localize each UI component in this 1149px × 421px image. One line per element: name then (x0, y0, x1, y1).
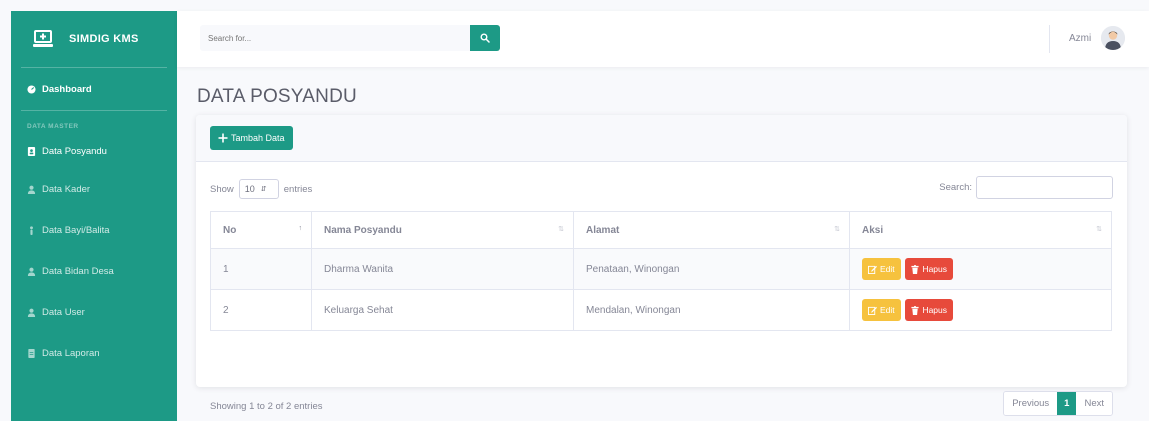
column-header-alamat[interactable]: Alamat ⇅ (573, 211, 850, 249)
sidebar-item-label: Data Kader (42, 184, 91, 195)
entries-label: entries (283, 183, 313, 195)
table-search: Search: (939, 176, 1113, 199)
edit-label: Edit (880, 305, 895, 315)
sidebar: SIMDIG KMS Dashboard DATA MASTER Data Po… (11, 11, 177, 421)
sort-icon: ⇅ (1096, 226, 1102, 233)
trash-icon (911, 264, 920, 274)
child-icon (30, 226, 33, 235)
card-header: Tambah Data (196, 115, 1127, 162)
data-card: Tambah Data Show 10 ⇵ entries Search: No… (196, 115, 1127, 416)
file-icon (28, 349, 35, 358)
avatar[interactable] (1101, 26, 1125, 50)
tachometer-icon (27, 84, 36, 94)
table-search-label: Search: (939, 182, 972, 193)
sort-icon: ⇅ (834, 226, 840, 233)
trash-icon (911, 305, 920, 315)
sidebar-item-dashboard[interactable]: Dashboard (11, 68, 177, 110)
show-label: Show (210, 183, 234, 195)
table-row: 1 Dharma Wanita Penataan, Winongan Edit (210, 248, 1112, 290)
cell-alamat: Penataan, Winongan (573, 248, 850, 290)
sidebar-item-label: Data Posyandu (42, 145, 107, 157)
table-header-row: No ↑ Nama Posyandu ⇅ Alamat ⇅ Aksi ⇅ (210, 211, 1112, 249)
entries-length-control: Show 10 ⇵ entries (210, 179, 312, 199)
cell-aksi: Edit Hapus (849, 289, 1112, 331)
page-button-1[interactable]: 1 (1057, 392, 1077, 415)
column-header-label: Nama Posyandu (324, 224, 402, 236)
cell-nama: Dharma Wanita (311, 248, 574, 290)
sidebar-item-data-kader[interactable]: Data Kader (11, 169, 177, 210)
add-data-button[interactable]: Tambah Data (210, 126, 293, 150)
entries-select[interactable]: 10 ⇵ (238, 179, 279, 199)
topbar-search (200, 25, 500, 51)
sidebar-item-data-bayi-balita[interactable]: Data Bayi/Balita (11, 210, 177, 251)
sidebar-item-data-laporan[interactable]: Data Laporan (11, 333, 177, 374)
page-title: DATA POSYANDU (197, 86, 357, 107)
user-icon (27, 185, 36, 194)
brand[interactable]: SIMDIG KMS (11, 11, 177, 67)
sort-icon: ⇅ (558, 226, 564, 233)
column-header-label: Alamat (586, 224, 620, 236)
edit-label: Edit (880, 264, 895, 274)
next-page-button[interactable]: Next (1076, 392, 1112, 415)
sidebar-item-label: Dashboard (42, 83, 92, 95)
edit-icon (868, 265, 877, 274)
user-avatar-icon (1101, 26, 1125, 50)
user-icon (27, 267, 36, 276)
sidebar-item-data-posyandu[interactable]: Data Posyandu (11, 133, 177, 169)
cell-alamat: Mendalan, Winongan (573, 289, 850, 331)
column-header-label: Aksi (862, 224, 884, 236)
sidebar-heading: DATA MASTER (27, 123, 79, 130)
sidebar-item-label: Data Bidan Desa (42, 266, 114, 277)
edit-icon (868, 306, 877, 315)
sidebar-item-data-user[interactable]: Data User (11, 292, 177, 333)
table-info: Showing 1 to 2 of 2 entries (210, 401, 323, 412)
previous-page-button[interactable]: Previous (1004, 392, 1058, 415)
cell-no: 1 (210, 248, 312, 290)
delete-label: Hapus (922, 305, 948, 315)
plus-icon (218, 133, 228, 143)
edit-button[interactable]: Edit (862, 299, 901, 321)
cell-no: 2 (210, 289, 312, 331)
data-table: No ↑ Nama Posyandu ⇅ Alamat ⇅ Aksi ⇅ 1 D… (210, 211, 1112, 331)
delete-label: Hapus (922, 264, 948, 274)
topbar: Azmi (177, 11, 1149, 67)
cell-aksi: Edit Hapus (849, 248, 1112, 290)
column-header-aksi[interactable]: Aksi ⇅ (849, 211, 1112, 249)
column-header-label: No (223, 224, 237, 236)
user-name[interactable]: Azmi (1069, 33, 1091, 44)
pagination: Previous 1 Next (1003, 391, 1113, 416)
delete-button[interactable]: Hapus (905, 299, 954, 321)
user-icon (27, 308, 36, 317)
topbar-divider (1049, 25, 1050, 53)
delete-button[interactable]: Hapus (905, 258, 954, 280)
address-book-icon (27, 146, 36, 156)
sidebar-item-label: Data Laporan (42, 348, 100, 359)
edit-button[interactable]: Edit (862, 258, 901, 280)
search-button[interactable] (470, 25, 500, 51)
table-search-input[interactable] (976, 176, 1113, 199)
column-header-no[interactable]: No ↑ (210, 211, 312, 249)
cell-nama: Keluarga Sehat (311, 289, 574, 331)
search-input[interactable] (200, 25, 470, 51)
laptop-plus-icon (33, 30, 53, 47)
column-header-nama[interactable]: Nama Posyandu ⇅ (311, 211, 574, 249)
select-arrows-icon: ⇵ (260, 186, 267, 193)
table-row: 2 Keluarga Sehat Mendalan, Winongan Edit (210, 289, 1112, 331)
sidebar-item-data-bidan-desa[interactable]: Data Bidan Desa (11, 251, 177, 292)
add-data-label: Tambah Data (231, 133, 285, 143)
entries-value: 10 (244, 184, 255, 194)
brand-name: SIMDIG KMS (69, 33, 139, 45)
sidebar-item-label: Data Bayi/Balita (42, 225, 110, 236)
sidebar-item-label: Data User (42, 307, 85, 318)
sort-asc-icon: ↑ (298, 225, 303, 232)
search-icon (480, 33, 490, 43)
